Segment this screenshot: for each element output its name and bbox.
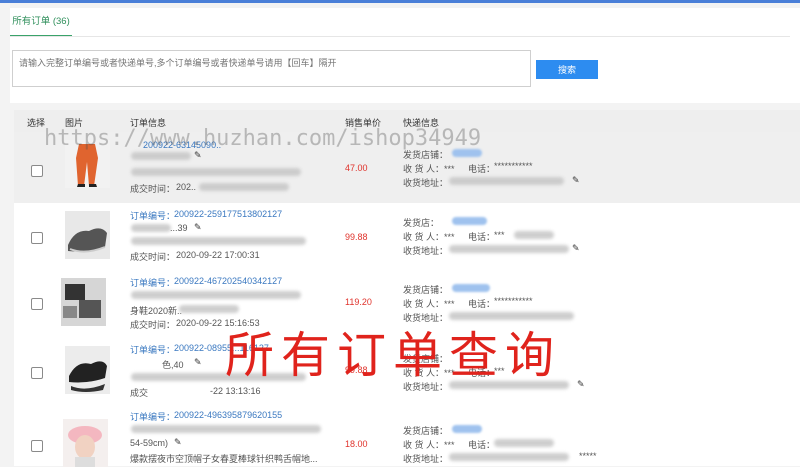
receiver: 收 货 人：*** (403, 232, 455, 242)
promo-title-overlay: 所有订单查询 (225, 327, 562, 384)
unit-price: 47.00 (345, 163, 368, 173)
product-spec: ...39 (170, 223, 188, 233)
row-checkbox[interactable] (31, 298, 43, 310)
row-checkbox[interactable] (31, 232, 43, 244)
phone-label: 电话： (468, 440, 496, 450)
product-spec: 身鞋2020新.. (130, 306, 183, 316)
order-number[interactable]: 200922-496395879620155 (174, 410, 282, 420)
unit-price: 18.00 (345, 439, 368, 449)
order-label: 订单编号： (130, 345, 176, 355)
product-title-blurred (131, 291, 301, 299)
product-thumbnail[interactable] (63, 419, 108, 467)
order-label: 订单编号： (130, 278, 176, 288)
product-spec-blurred (131, 168, 301, 176)
table-row: 订单编号： 200922-496395879620155 54-59cm) ✎ … (14, 403, 800, 467)
order-number[interactable]: 200922-259177513802127 (174, 209, 282, 219)
edit-icon[interactable]: ✎ (194, 150, 202, 161)
edit-icon[interactable]: ✎ (572, 243, 580, 254)
phone-label: 电话： (468, 232, 496, 242)
product-thumbnail[interactable] (65, 211, 110, 259)
deal-time: -22 13:13:16 (210, 386, 261, 396)
deal-time: 2020-09-22 17:00:31 (176, 250, 260, 260)
address-blurred (449, 177, 564, 185)
deal-time-blurred (199, 183, 289, 191)
deal-time-label: 成交时间： (130, 184, 176, 194)
product-spec: 色,40 (162, 360, 184, 370)
row-checkbox[interactable] (31, 165, 43, 177)
deal-time-label: 成交时间： (130, 252, 176, 262)
row-checkbox[interactable] (31, 440, 43, 452)
store-name-blurred (452, 217, 487, 225)
deal-time-label: 成交时间： (130, 320, 176, 330)
url-watermark: https://www.huzhan.com/ishop34949 (44, 126, 482, 151)
product-thumbnail[interactable] (61, 278, 106, 326)
phone-value: *********** (494, 161, 533, 171)
order-label: 订单编号： (130, 211, 176, 221)
receiver: 收 货 人：*** (403, 440, 455, 450)
store-name-blurred (452, 284, 490, 292)
order-number[interactable]: 200922-467202540342127 (174, 276, 282, 286)
product-title-blurred (131, 152, 191, 160)
store-name-blurred (452, 425, 482, 433)
unit-price: 99.88 (345, 232, 368, 242)
deal-time: 202.. (176, 182, 197, 192)
row-checkbox[interactable] (31, 367, 43, 379)
product-spec-blurred (179, 305, 239, 313)
edit-icon[interactable]: ✎ (194, 357, 202, 368)
product-desc-blurred (131, 237, 306, 245)
order-label: 订单编号： (130, 412, 176, 422)
address-label: 收货地址： (403, 454, 449, 464)
tab-divider (10, 36, 790, 37)
store-label: 发货店铺： (403, 285, 449, 295)
edit-icon[interactable]: ✎ (572, 175, 580, 186)
phone-label: 电话： (468, 164, 496, 174)
product-size: 54-59cm) (130, 438, 169, 448)
address-label: 收货地址： (403, 246, 449, 256)
table-row: 订单编号： 200922-259177513802127 ...39 ✎ 成交时… (14, 203, 800, 270)
top-accent-bar (0, 0, 800, 3)
header-select: 选择 (27, 118, 46, 128)
search-button[interactable]: 搜索 (536, 60, 598, 79)
receiver: 收 货 人：*** (403, 164, 455, 174)
product-title-blurred (131, 425, 321, 433)
order-search-input[interactable] (12, 50, 531, 87)
edit-icon[interactable]: ✎ (194, 222, 202, 233)
phone-label: 电话： (468, 299, 496, 309)
edit-icon[interactable]: ✎ (577, 379, 585, 390)
product-thumbnail[interactable] (65, 346, 110, 394)
address-blurred (449, 245, 569, 253)
phone-value: *********** (494, 296, 533, 306)
phone-value: *** (494, 230, 505, 240)
phone-blurred (494, 439, 554, 447)
product-desc: 爆款摆夜市空顶帽子女春夏棒球针织鸭舌帽地... (130, 454, 318, 464)
store-label: 发货店： (403, 218, 440, 228)
address-blurred (449, 453, 569, 461)
unit-price: 119.20 (345, 297, 372, 307)
receiver: 收 货 人：*** (403, 299, 455, 309)
deal-time-label: 成交 (130, 388, 149, 398)
phone-blurred (514, 231, 554, 239)
phone-value: ***** (579, 451, 597, 461)
store-label: 发货店铺： (403, 426, 449, 436)
address-label: 收货地址： (403, 178, 449, 188)
product-title-blurred (131, 224, 171, 232)
tab-all-orders[interactable]: 所有订单 (36) (10, 8, 72, 37)
edit-icon[interactable]: ✎ (174, 437, 182, 448)
